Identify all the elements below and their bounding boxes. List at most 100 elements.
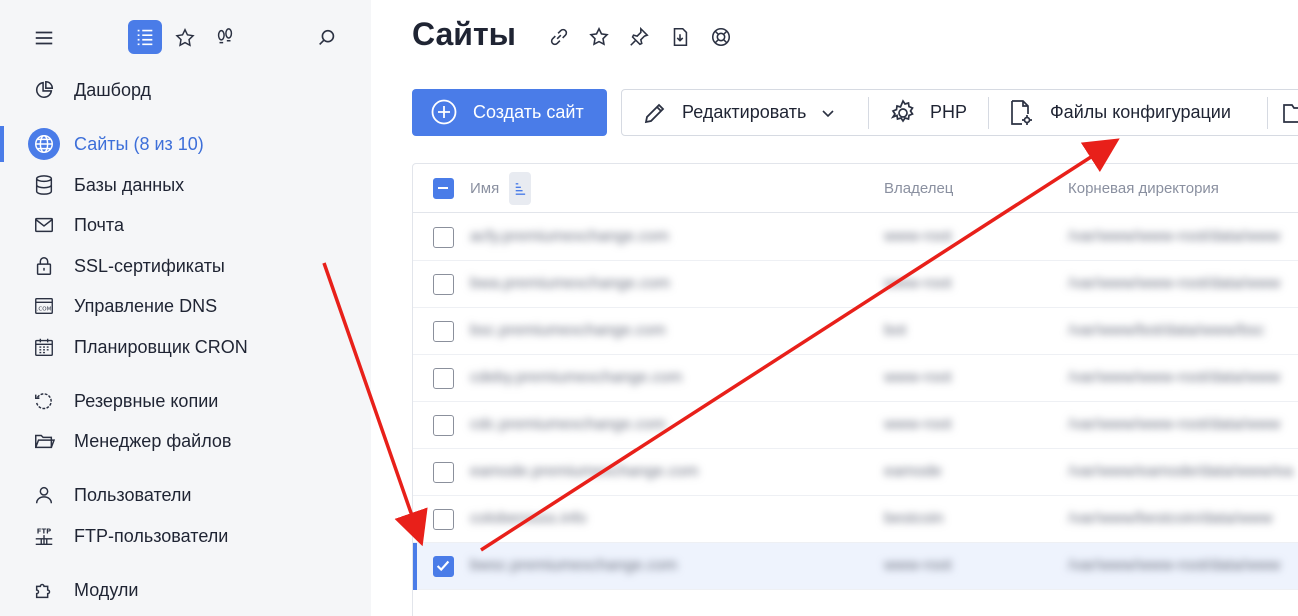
dashboard-pie-icon <box>31 77 57 103</box>
site-root-dir: /var/www/bestcoin/data/www <box>1068 510 1273 527</box>
php-button[interactable]: PHP <box>888 90 967 135</box>
sites-table: Имя Владелец Корневая директория acfy.pr… <box>412 163 1298 616</box>
table-row-selected[interactable]: bwsc.premiumexchange.com www-root /var/w… <box>413 543 1298 590</box>
svg-text:FTP: FTP <box>37 527 51 535</box>
chevron-down-icon <box>822 109 834 117</box>
create-site-button[interactable]: Создать сайт <box>412 89 607 136</box>
calendar-icon <box>31 334 57 360</box>
row-checkbox[interactable] <box>433 509 454 530</box>
site-owner: www-root <box>884 228 952 245</box>
site-name: cdeby.premiumexchange.com <box>470 369 683 386</box>
hamburger-menu-icon[interactable] <box>27 21 61 55</box>
sidebar-item-sites[interactable]: Сайты (8 из 10) <box>0 126 371 162</box>
favorites-star-icon[interactable] <box>168 21 202 55</box>
row-checkbox[interactable] <box>433 462 454 483</box>
sidebar-item-label: SSL-сертификаты <box>74 255 225 276</box>
site-root-dir: /var/www/www-root/data/www <box>1068 557 1281 574</box>
table-row[interactable]: eamode.premiumexchange.com eamode /var/w… <box>413 449 1298 496</box>
sidebar-item-label: Базы данных <box>74 174 185 195</box>
footprints-icon[interactable] <box>208 21 242 55</box>
sidebar-item-mail[interactable]: Почта <box>0 207 371 243</box>
table-row[interactable]: coloberouss.info bestcoin /var/www/bestc… <box>413 496 1298 543</box>
sidebar-item-label: FTP-пользователи <box>74 525 229 546</box>
sidebar-item-modules[interactable]: Модули <box>0 572 371 608</box>
mail-icon <box>31 212 57 238</box>
search-icon[interactable] <box>310 21 344 55</box>
sidebar-header <box>0 0 371 76</box>
pin-icon[interactable] <box>626 24 652 50</box>
puzzle-icon <box>31 577 57 603</box>
plus-circle-icon <box>431 99 457 125</box>
sidebar-item-ssl[interactable]: SSL-сертификаты <box>0 248 371 284</box>
table-row[interactable]: cdc.premiumexchange.com www-root /var/ww… <box>413 402 1298 449</box>
dns-icon: .COM <box>31 293 57 319</box>
column-header-root-dir[interactable]: Корневая директория <box>1068 180 1219 197</box>
site-name: bwsc.premiumexchange.com <box>470 557 678 574</box>
site-root-dir: /var/www/eamode/data/www/ea <box>1068 463 1293 480</box>
sidebar-item-label: Дашборд <box>74 79 152 100</box>
config-files-label: Файлы конфигурации <box>1050 102 1231 122</box>
download-doc-icon[interactable] <box>667 24 693 50</box>
selected-row-indicator <box>413 543 417 590</box>
backup-icon <box>31 388 57 414</box>
select-all-checkbox[interactable] <box>433 178 454 199</box>
php-label: PHP <box>930 102 968 122</box>
row-checkbox[interactable] <box>433 368 454 389</box>
lock-icon <box>31 253 57 279</box>
sidebar-item-file-manager[interactable]: Менеджер файлов <box>0 423 371 459</box>
site-root-dir: /var/www/bot/data/www/bsc <box>1068 322 1265 339</box>
sidebar-item-label: Резервные копии <box>74 390 219 411</box>
user-icon <box>31 482 57 508</box>
sidebar-item-dns[interactable]: .COM Управление DNS <box>0 288 371 324</box>
column-header-name[interactable]: Имя <box>470 180 499 197</box>
toolbar: Редактировать PHP Файлы конфигурации <box>621 89 1298 136</box>
table-row[interactable]: bwa.premiumexchange.com www-root /var/ww… <box>413 261 1298 308</box>
sidebar-item-label: Сайты (8 из 10) <box>74 133 204 154</box>
table-row[interactable]: bsc.premiumexchange.com bot /var/www/bot… <box>413 308 1298 355</box>
sidebar-item-dashboard[interactable]: Дашборд <box>0 72 371 108</box>
site-owner: www-root <box>884 369 952 386</box>
site-name: acfy.premiumexchange.com <box>470 228 669 245</box>
sidebar-item-label: Менеджер файлов <box>74 430 232 451</box>
page-title: Сайты <box>412 16 516 52</box>
table-row[interactable]: acfy.premiumexchange.com www-root /var/w… <box>413 214 1298 261</box>
file-manager-button[interactable] <box>1280 90 1298 135</box>
database-icon <box>31 172 57 198</box>
site-name: eamode.premiumexchange.com <box>470 463 699 480</box>
sidebar-item-ftp-users[interactable]: FTP FTP-пользователи <box>0 518 371 554</box>
sidebar-item-label: Планировщик CRON <box>74 336 248 357</box>
create-site-label: Создать сайт <box>473 102 584 122</box>
sidebar-item-label: Модули <box>74 579 139 600</box>
row-checkbox[interactable] <box>433 227 454 248</box>
site-root-dir: /var/www/www-root/data/www <box>1068 275 1281 292</box>
row-checkbox[interactable] <box>433 415 454 436</box>
site-owner: www-root <box>884 557 952 574</box>
row-checkbox[interactable] <box>433 274 454 295</box>
favorite-star-icon[interactable] <box>586 24 612 50</box>
pencil-icon <box>644 103 665 123</box>
config-files-button[interactable]: Файлы конфигурации <box>1006 90 1231 135</box>
edit-label: Редактировать <box>682 102 807 122</box>
sidebar-item-label: Почта <box>74 214 124 235</box>
svg-text:.COM: .COM <box>37 307 52 313</box>
table-row[interactable]: cdeby.premiumexchange.com www-root /var/… <box>413 355 1298 402</box>
gear-icon <box>890 98 914 123</box>
site-name: bsc.premiumexchange.com <box>470 322 666 339</box>
site-owner: www-root <box>884 416 952 433</box>
sort-icon[interactable] <box>509 172 531 205</box>
table-header: Имя Владелец Корневая директория <box>413 164 1298 213</box>
list-view-icon[interactable] <box>128 20 162 54</box>
site-root-dir: /var/www/www-root/data/www <box>1068 369 1281 386</box>
sidebar-item-users[interactable]: Пользователи <box>0 477 371 513</box>
row-checkbox-checked[interactable] <box>433 556 454 577</box>
toolbar-divider <box>988 97 989 129</box>
site-root-dir: /var/www/www-root/data/www <box>1068 228 1281 245</box>
help-lifebuoy-icon[interactable] <box>708 24 734 50</box>
row-checkbox[interactable] <box>433 321 454 342</box>
sidebar-item-cron[interactable]: Планировщик CRON <box>0 329 371 365</box>
link-icon[interactable] <box>546 24 572 50</box>
column-header-owner[interactable]: Владелец <box>884 180 953 197</box>
sidebar-item-backups[interactable]: Резервные копии <box>0 383 371 419</box>
edit-button[interactable]: Редактировать <box>640 90 836 135</box>
sidebar-item-databases[interactable]: Базы данных <box>0 167 371 203</box>
